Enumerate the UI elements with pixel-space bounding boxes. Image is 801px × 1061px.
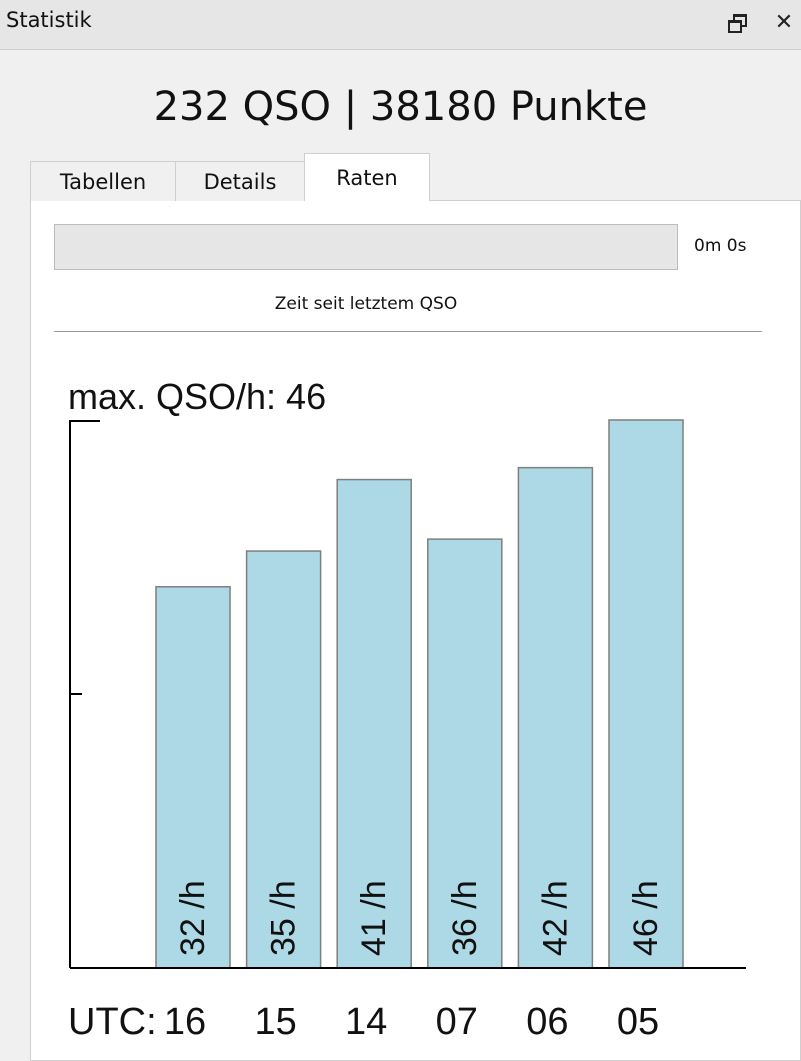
x-axis-prefix: UTC: (68, 1001, 157, 1043)
bar-value-label: 41 /h (355, 880, 393, 956)
x-tick-label: 15 (254, 1001, 297, 1043)
bar-value-label: 35 /h (265, 880, 303, 956)
bar-value-label: 42 /h (536, 880, 574, 956)
bar-value-label: 46 /h (627, 880, 665, 956)
x-tick-label: 07 (435, 1001, 478, 1043)
x-tick-label: 16 (163, 1001, 207, 1043)
x-tick-label: 05 (616, 1001, 660, 1043)
bar-value-label: 36 /h (446, 880, 484, 956)
x-tick-label: 14 (345, 1001, 388, 1043)
tab-raten[interactable]: Raten (304, 153, 430, 201)
x-tick-label: 06 (526, 1001, 569, 1043)
bar-value-label: 32 /h (174, 880, 212, 956)
